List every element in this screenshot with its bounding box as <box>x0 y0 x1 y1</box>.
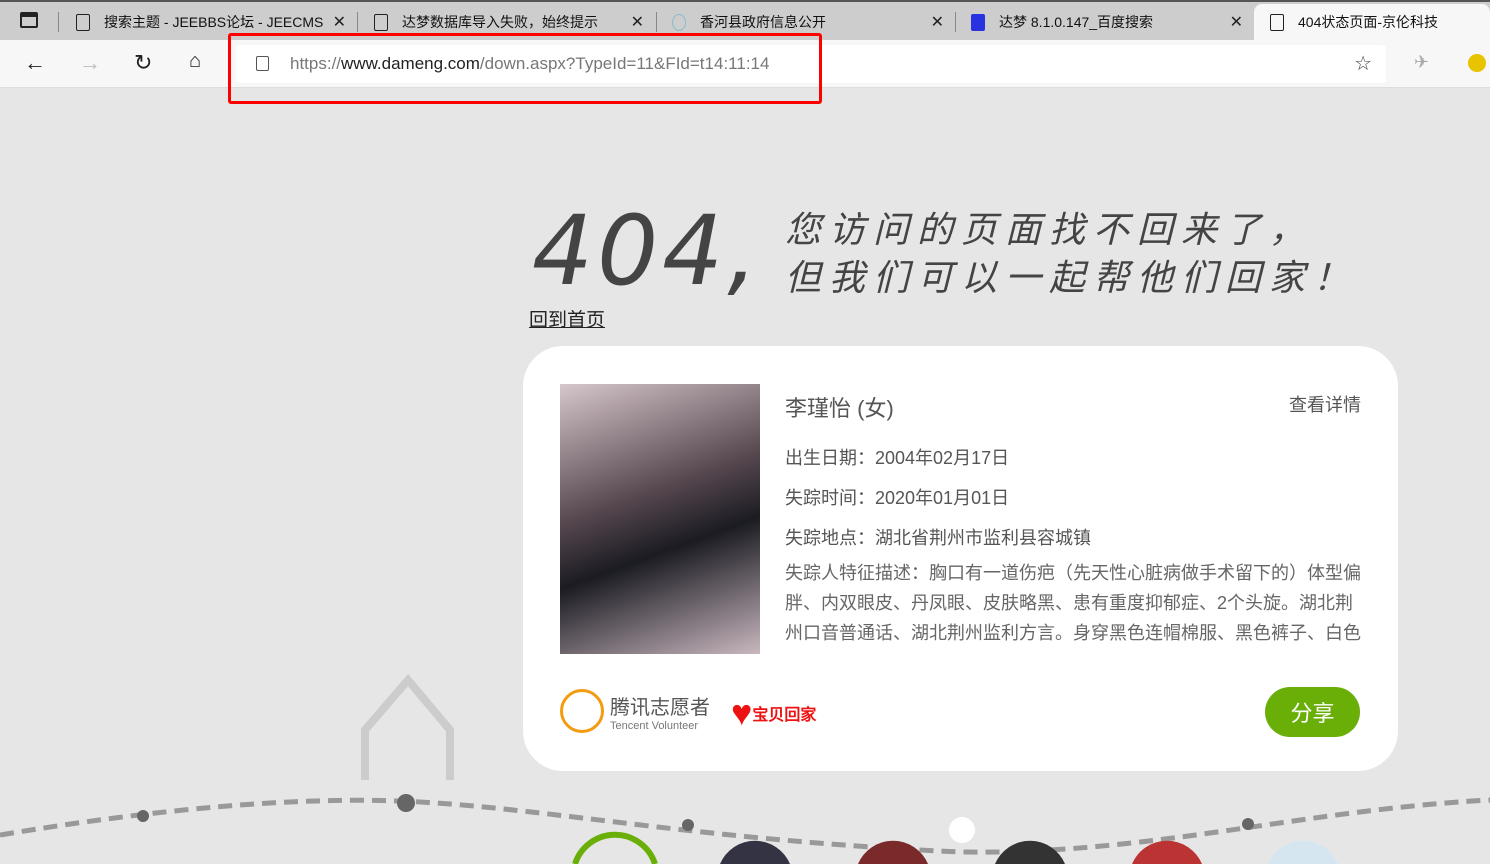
home-link[interactable]: 回到首页 <box>529 305 605 332</box>
close-icon[interactable]: ✕ <box>931 12 944 32</box>
tab-title: 香河县政府信息公开 <box>700 14 826 30</box>
avatar <box>1132 840 1202 864</box>
description: 失踪人特征描述：胸口有一道伤疤（先天性心脏病做手术留下的）体型偏胖、内双眼皮、丹… <box>785 563 1361 643</box>
logo-circle-icon <box>560 689 604 733</box>
baobeihuijia-logo: ♥宝贝回家 <box>731 692 817 733</box>
error-code: 404, <box>532 195 762 307</box>
back-button[interactable]: ← <box>24 50 46 76</box>
home-button[interactable]: ⌂ <box>189 50 201 73</box>
tab-active[interactable]: 404状态页面-京伦科技 <box>1254 4 1490 40</box>
missing-time: 失踪时间：2020年01月01日 <box>785 488 1010 508</box>
tab-actions-icon[interactable] <box>20 12 38 28</box>
share-button[interactable]: 分享 <box>1265 687 1360 737</box>
extension-icon[interactable] <box>1468 54 1486 72</box>
person-photo <box>560 384 760 654</box>
tab-title: 达梦数据库导入失败，始终提示 <box>402 14 598 30</box>
avatar-selected <box>572 831 658 864</box>
road-dot <box>397 794 415 812</box>
page-icon <box>76 13 90 31</box>
avatar <box>1268 840 1338 864</box>
tab[interactable]: 达梦 8.1.0.147_百度搜索 ✕ <box>955 4 1253 40</box>
baidu-icon <box>971 13 985 31</box>
extension-icon[interactable]: ✈ <box>1414 52 1429 73</box>
tab-title: 404状态页面-京伦科技 <box>1298 14 1439 30</box>
road-dot <box>1242 818 1254 830</box>
missing-place: 失踪地点：湖北省荆州市监利县容城镇 <box>785 528 1091 548</box>
page-icon <box>1270 13 1284 31</box>
house-icon <box>361 673 454 780</box>
globe-icon <box>672 13 686 31</box>
heart-icon: ♥ <box>731 692 753 733</box>
page-icon <box>374 13 388 31</box>
tab-title: 搜索主题 - JEEBBS论坛 - JEECMS <box>104 14 324 30</box>
favorite-star-icon[interactable]: ☆ <box>1354 51 1372 76</box>
avatar <box>858 840 928 864</box>
refresh-button[interactable]: ↻ <box>134 50 152 76</box>
red-highlight-box <box>228 33 822 104</box>
current-position-dot <box>949 817 975 843</box>
avatar <box>720 840 790 864</box>
forward-button[interactable]: → <box>79 50 101 76</box>
birth-date: 出生日期：2004年02月17日 <box>785 448 1010 468</box>
close-icon[interactable]: ✕ <box>333 12 346 32</box>
person-name: 李瑾怡 (女) <box>785 396 894 421</box>
view-details-link[interactable]: 查看详情 <box>1289 391 1361 417</box>
road-dot <box>137 810 149 822</box>
error-message: 您访问的页面找不回来了， 但我们可以一起帮他们回家！ <box>785 209 1358 298</box>
close-icon[interactable]: ✕ <box>631 12 644 32</box>
tab-title: 达梦 8.1.0.147_百度搜索 <box>999 14 1154 30</box>
avatar <box>995 840 1065 864</box>
tencent-volunteer-logo: 腾讯志愿者 Tencent Volunteer <box>560 689 710 733</box>
close-icon[interactable]: ✕ <box>1230 12 1243 32</box>
missing-person-card: 李瑾怡 (女) 查看详情 出生日期：2004年02月17日 失踪时间：2020年… <box>523 346 1398 771</box>
road-dot <box>682 819 694 831</box>
